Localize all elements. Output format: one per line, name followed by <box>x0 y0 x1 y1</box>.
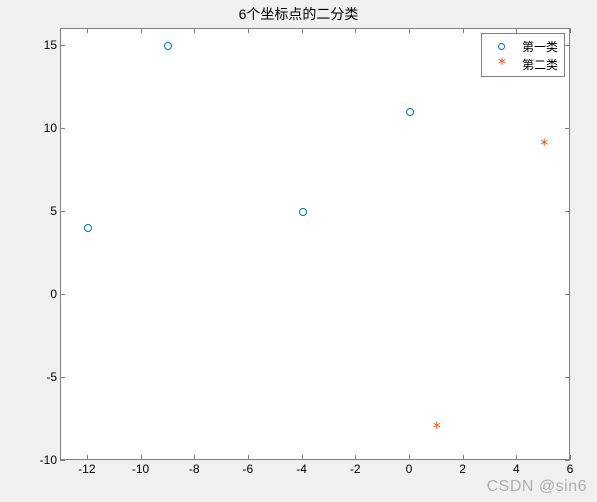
y-tick-label: -10 <box>7 453 57 467</box>
y-tick-label: 15 <box>7 38 57 52</box>
circle-icon <box>488 43 516 50</box>
legend-entry-1: 第一类 <box>488 37 558 55</box>
chart-title: 6个坐标点的二分类 <box>0 4 597 24</box>
data-point-class1 <box>164 42 172 50</box>
x-tick-label: -10 <box>126 462 156 476</box>
x-tick-label: -12 <box>72 462 102 476</box>
x-tick-label: -4 <box>287 462 317 476</box>
figure: 6个坐标点的二分类 ** 第一类 * 第二类 -10-5051015-12-10… <box>0 0 597 502</box>
x-tick-label: 6 <box>555 462 585 476</box>
data-point-class2: * <box>432 424 442 432</box>
data-point-class1 <box>84 224 92 232</box>
data-point-class1 <box>299 208 307 216</box>
legend[interactable]: 第一类 * 第二类 <box>481 33 565 77</box>
y-tick-label: 10 <box>7 121 57 135</box>
axes[interactable]: ** 第一类 * 第二类 <box>60 28 570 460</box>
legend-entry-2: * 第二类 <box>488 55 558 73</box>
legend-label-1: 第一类 <box>516 38 558 55</box>
y-tick-label: 5 <box>7 204 57 218</box>
data-point-class2: * <box>539 141 549 149</box>
watermark: CSDN @sin6 <box>487 478 587 496</box>
x-tick-label: 2 <box>448 462 478 476</box>
x-tick-label: -6 <box>233 462 263 476</box>
y-tick-label: 0 <box>7 287 57 301</box>
y-tick-label: -5 <box>7 370 57 384</box>
x-tick-label: 0 <box>394 462 424 476</box>
legend-label-2: 第二类 <box>516 56 558 73</box>
data-point-class1 <box>406 108 414 116</box>
x-tick-label: -8 <box>179 462 209 476</box>
x-tick-label: -2 <box>340 462 370 476</box>
plot-area: ** <box>61 29 569 459</box>
star-icon: * <box>488 60 516 68</box>
x-tick-label: 4 <box>501 462 531 476</box>
